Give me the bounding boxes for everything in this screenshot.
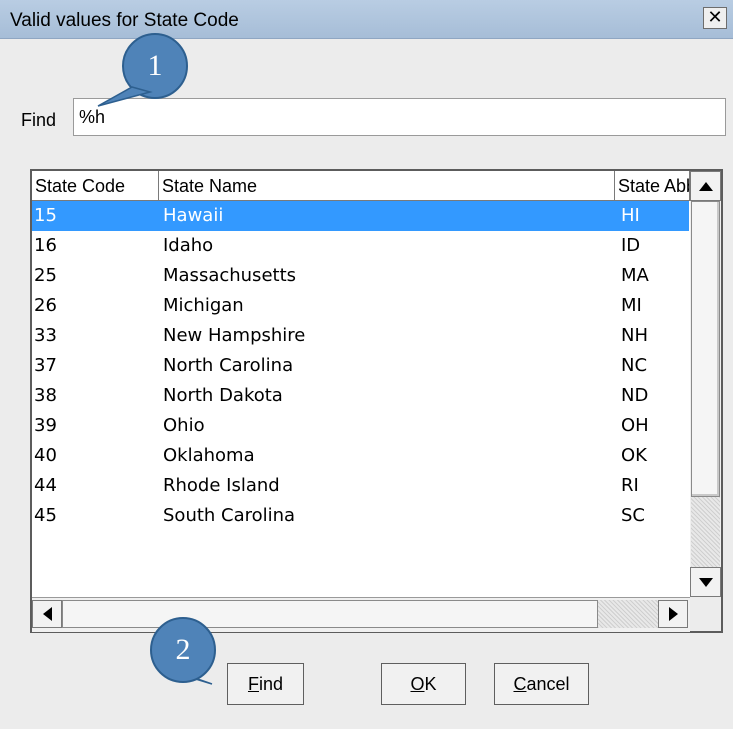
callout-1-pointer [97, 86, 153, 107]
callout-pointers [97, 86, 213, 685]
callout-2-number: 2 [175, 633, 191, 666]
callout-2: 2 [150, 617, 216, 683]
